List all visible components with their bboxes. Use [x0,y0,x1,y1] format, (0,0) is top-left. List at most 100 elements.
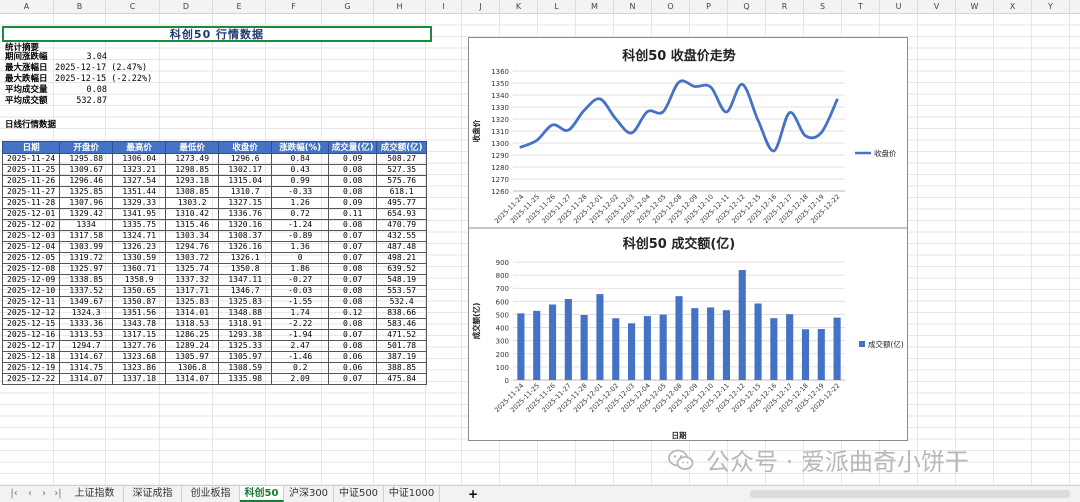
table-cell[interactable]: 1330.59 [112,252,167,264]
table-cell[interactable]: 0.06 [328,362,378,374]
column-header-h[interactable]: H [374,0,426,13]
table-cell[interactable]: 1310.42 [165,208,220,220]
table-cell[interactable]: 1.74 [271,307,330,319]
table-cell[interactable]: 1325.74 [165,263,220,275]
sheet-tab[interactable]: 深证成指 [124,486,182,502]
table-cell[interactable]: 0.08 [328,263,378,275]
table-cell[interactable]: 0.72 [271,208,330,220]
table-cell[interactable]: 0.08 [328,219,378,231]
table-cell[interactable]: 1325.83 [165,296,220,308]
table-cell[interactable]: 1303.34 [165,230,220,242]
table-cell[interactable]: 1325.83 [218,296,273,308]
table-cell[interactable]: 1313.53 [59,329,114,341]
table-cell[interactable]: 1303.99 [59,241,114,253]
table-cell[interactable]: 1308.37 [218,230,273,242]
table-cell[interactable]: 0.2 [271,362,330,374]
table-cell[interactable]: -2.22 [271,318,330,330]
table-cell[interactable]: 0.06 [328,351,378,363]
table-cell[interactable]: 1323.68 [112,351,167,363]
table-cell[interactable]: 1324.3 [59,307,114,319]
column-header-x[interactable]: X [994,0,1032,13]
table-cell[interactable]: 1305.97 [165,351,220,363]
horizontal-scrollbar[interactable] [750,490,1070,498]
table-cell[interactable]: 1314.07 [165,373,220,385]
table-cell[interactable]: 475.84 [376,373,428,385]
table-cell[interactable]: 1310.7 [218,186,273,198]
table-cell[interactable]: 1305.97 [218,351,273,363]
add-sheet-button[interactable]: + [466,486,480,502]
table-cell[interactable]: 0.08 [328,186,378,198]
table-cell[interactable]: 1315.46 [165,219,220,231]
table-cell[interactable]: 1349.67 [59,296,114,308]
table-cell[interactable]: 0.08 [328,175,378,187]
table-cell[interactable]: 1327.54 [112,175,167,187]
table-cell[interactable]: -1.55 [271,296,330,308]
table-cell[interactable]: 1295.88 [59,153,114,165]
sheet-tab[interactable]: 中证500 [334,486,384,502]
table-cell[interactable]: 0.07 [328,230,378,242]
column-header-k[interactable]: K [500,0,538,13]
column-header-p[interactable]: P [690,0,728,13]
table-cell[interactable]: 2025-12-01 [1,208,61,220]
table-cell[interactable]: 1326.1 [218,252,273,264]
column-header-c[interactable]: C [106,0,160,13]
table-cell[interactable]: -1.94 [271,329,330,341]
table-cell[interactable]: 2025-12-02 [1,219,61,231]
table-cell[interactable]: 487.48 [376,241,428,253]
table-cell[interactable]: 1337.18 [112,373,167,385]
table-cell[interactable]: 1296.46 [59,175,114,187]
table-cell[interactable]: 1323.86 [112,362,167,374]
table-cell[interactable]: 2025-12-15 [1,318,61,330]
table-cell[interactable]: 1335.75 [112,219,167,231]
table-cell[interactable]: 1307.96 [59,197,114,209]
table-cell[interactable]: -0.33 [271,186,330,198]
table-cell[interactable]: 1350.87 [112,296,167,308]
table-cell[interactable]: 2025-11-27 [1,186,61,198]
table-cell[interactable]: 0.43 [271,164,330,176]
table-cell[interactable]: 1294.76 [165,241,220,253]
table-cell[interactable]: 1293.38 [218,329,273,341]
table-cell[interactable]: 1351.56 [112,307,167,319]
table-cell[interactable]: 1317.15 [112,329,167,341]
table-cell[interactable]: 1314.75 [59,362,114,374]
table-cell[interactable]: 1326.23 [112,241,167,253]
sheet-tab[interactable]: 创业板指 [182,486,240,502]
table-cell[interactable]: 1347.11 [218,274,273,286]
table-cell[interactable]: 1298.85 [165,164,220,176]
sheet-title-cell[interactable]: 科创50 行情数据 [2,26,432,42]
sheet-tab[interactable]: 沪深300 [284,486,334,502]
table-cell[interactable]: 1327.15 [218,197,273,209]
table-cell[interactable]: 1319.72 [59,252,114,264]
table-cell[interactable]: 1296.6 [218,153,273,165]
table-cell[interactable]: 1337.32 [165,274,220,286]
table-cell[interactable]: 1341.95 [112,208,167,220]
table-cell[interactable]: 2025-12-08 [1,263,61,275]
table-cell[interactable]: -0.03 [271,285,330,297]
table-cell[interactable]: 1273.49 [165,153,220,165]
table-cell[interactable]: 508.27 [376,153,428,165]
table-cell[interactable]: 639.52 [376,263,428,275]
table-cell[interactable]: 1325.97 [59,263,114,275]
table-cell[interactable]: 1358.9 [112,274,167,286]
table-cell[interactable]: 1343.78 [112,318,167,330]
table-cell[interactable]: 1329.42 [59,208,114,220]
table-cell[interactable]: 1351.44 [112,186,167,198]
table-cell[interactable]: 1318.53 [165,318,220,330]
table-cell[interactable]: 2025-12-10 [1,285,61,297]
column-header-e[interactable]: E [213,0,266,13]
table-cell[interactable]: 1302.17 [218,164,273,176]
prev-sheet-icon[interactable]: ‹ [24,487,36,501]
table-cell[interactable]: 0.09 [328,153,378,165]
charts-panel[interactable]: 科创50 收盘价走势 1260 1270 1280 1290 1300 1310 1320 13… [468,37,908,441]
table-cell[interactable]: 532.4 [376,296,428,308]
table-cell[interactable]: 1320.16 [218,219,273,231]
table-cell[interactable]: 1350.8 [218,263,273,275]
table-cell[interactable]: 2025-11-24 [1,153,61,165]
column-header-n[interactable]: N [614,0,652,13]
table-cell[interactable]: 1306.8 [165,362,220,374]
column-header-j[interactable]: J [462,0,500,13]
table-cell[interactable]: 0.11 [328,208,378,220]
table-cell[interactable]: 2.09 [271,373,330,385]
table-cell[interactable]: 2025-12-22 [1,373,61,385]
table-cell[interactable]: 2025-12-17 [1,340,61,352]
